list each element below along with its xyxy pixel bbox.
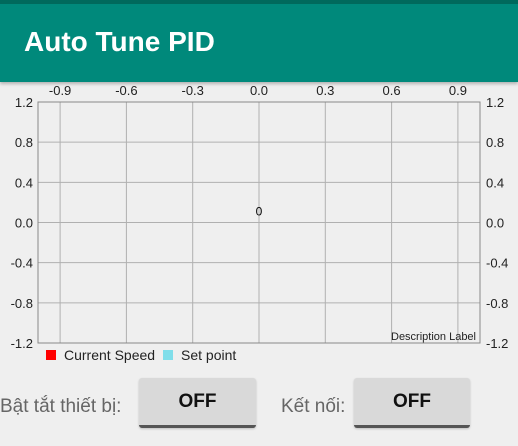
legend-label: Current Speed: [64, 347, 155, 363]
y-tick-label-right: 1.2: [486, 95, 504, 110]
x-tick-label: 0.3: [316, 83, 334, 98]
y-tick-label-right: 0.8: [486, 135, 504, 150]
legend-swatch: [46, 350, 56, 360]
chart-legend: Current Speed Set point: [46, 347, 236, 363]
x-tick-label: 0.0: [250, 83, 268, 98]
connect-button[interactable]: OFF: [354, 378, 470, 428]
connect-label: Kết nối:: [281, 396, 346, 417]
line-chart: -0.9 -0.6 -0.3 0.0 0.3 0.6 0.9 1.2 1.2 0.8 0.8 0.4 0…: [11, 83, 509, 363]
x-tick-label: -0.6: [115, 83, 137, 98]
status-strip: [0, 0, 518, 4]
app-title: Auto Tune PID: [24, 26, 215, 57]
y-tick-label-left: 0.0: [15, 216, 33, 231]
chart-grid: [38, 101, 480, 344]
y-tick-label-left: 0.4: [15, 175, 33, 190]
y-tick-label-right: 0.0: [486, 216, 504, 231]
y-tick-label-right: 0.4: [486, 175, 504, 190]
y-tick-label-left: -0.4: [11, 256, 33, 271]
y-tick-label-left: -0.8: [11, 296, 33, 311]
x-tick-label: -0.3: [181, 83, 203, 98]
chart-area: -0.9 -0.6 -0.3 0.0 0.3 0.6 0.9 1.2 1.2 0.8 0.8 0.4 0…: [0, 82, 518, 372]
y-tick-label-right: -0.8: [486, 296, 508, 311]
y-tick-label-right: -0.4: [486, 256, 508, 271]
control-row: Bật tắt thiết bị: OFF Kết nối: OFF: [0, 372, 518, 446]
app-bar: Auto Tune PID: [0, 0, 518, 82]
y-tick-label-left: 1.2: [15, 95, 33, 110]
x-tick-label: 0.9: [449, 83, 467, 98]
x-tick-label: -0.9: [49, 83, 71, 98]
legend-swatch: [163, 350, 173, 360]
data-annotation: 0: [256, 204, 263, 218]
y-tick-label-left: -1.2: [11, 336, 33, 351]
y-tick-label-right: -1.2: [486, 336, 508, 351]
description-label: Description Label: [391, 331, 476, 343]
x-tick-label: 0.6: [383, 83, 401, 98]
legend-label: Set point: [181, 347, 236, 363]
device-toggle-button[interactable]: OFF: [139, 378, 256, 428]
y-tick-label-left: 0.8: [15, 135, 33, 150]
device-toggle-label: Bật tắt thiết bị:: [0, 396, 122, 417]
